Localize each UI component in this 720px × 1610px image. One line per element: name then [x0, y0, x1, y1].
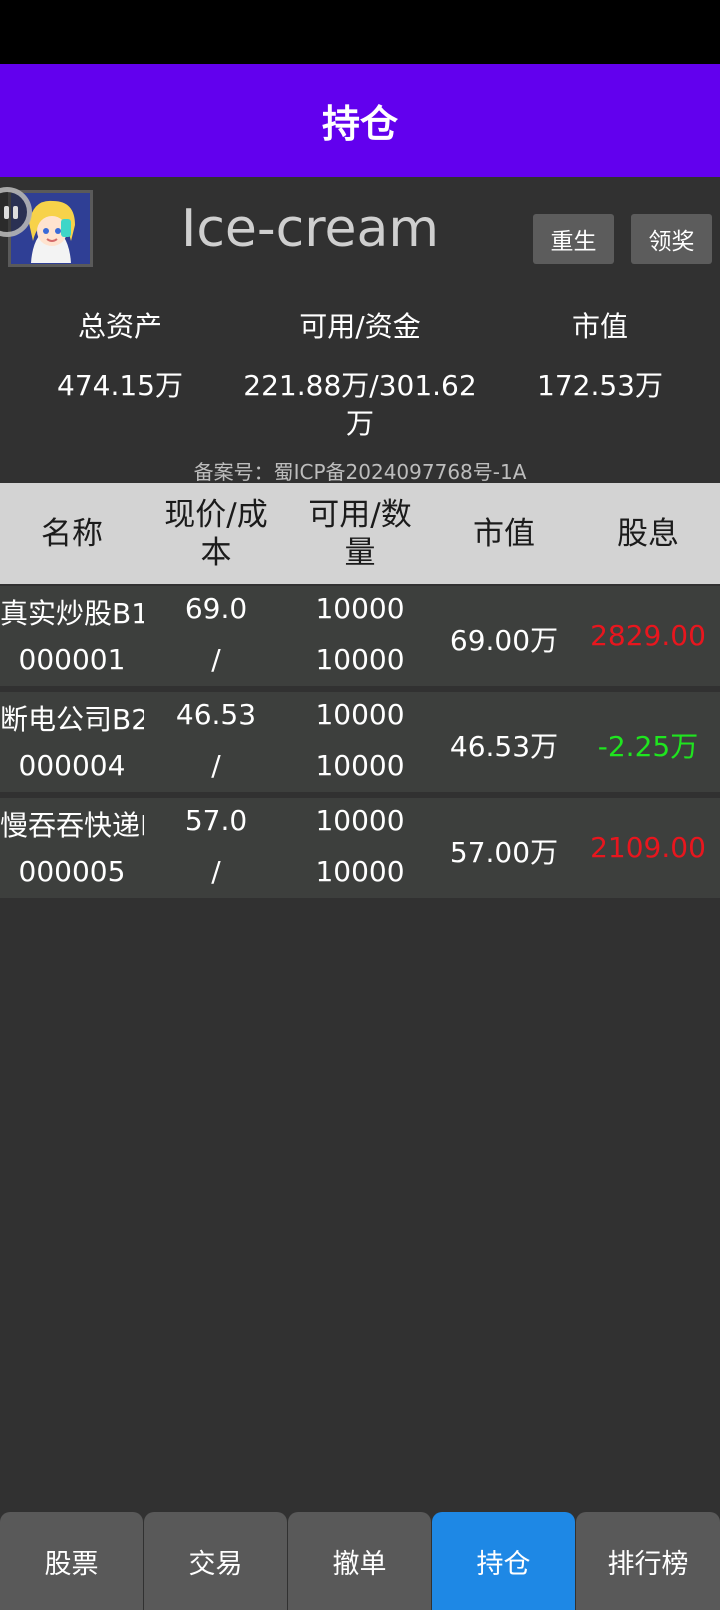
- stock-code: 000004: [18, 749, 126, 782]
- tab-holdings[interactable]: 持仓: [432, 1512, 575, 1610]
- row-market-value: 69.00万: [449, 624, 559, 657]
- header-dividend: 股息: [617, 515, 679, 552]
- total-assets-value: 474.15万: [57, 369, 183, 402]
- available-shares: 10000: [315, 698, 405, 731]
- share-quantity: 10000: [315, 855, 405, 888]
- cost-price: /: [211, 749, 221, 782]
- total-assets-label: 总资产: [77, 310, 162, 343]
- page-title: 持仓: [321, 102, 398, 146]
- available-shares: 10000: [315, 804, 405, 837]
- bottom-nav: 股票 交易 撤单 持仓 排行榜: [0, 1512, 720, 1610]
- market-value-value: 172.53万: [537, 369, 663, 402]
- current-price: 46.53: [175, 698, 257, 731]
- app-header: 持仓: [0, 64, 720, 177]
- tab-trade[interactable]: 交易: [144, 1512, 287, 1610]
- tab-cancel-order[interactable]: 撤单: [288, 1512, 431, 1610]
- available-funds-value: 221.88万/301.62万: [243, 369, 477, 440]
- dividend-value: 2829.00: [590, 619, 706, 652]
- stock-code: 000001: [18, 643, 126, 676]
- status-bar: [0, 0, 720, 64]
- row-market-value: 46.53万: [449, 730, 559, 763]
- table-row[interactable]: 断电公司B2 000004 46.53 / 10000 10000 46.53万…: [0, 692, 720, 792]
- icp-record: 备案号：蜀ICP备2024097768号-1A: [193, 460, 527, 484]
- current-price: 69.0: [184, 592, 248, 625]
- header-available-quantity: 可用/数量: [308, 496, 412, 571]
- available-funds-label: 可用/资金: [299, 310, 421, 343]
- row-market-value: 57.00万: [449, 836, 559, 869]
- stock-name: 真实炒股B1: [0, 597, 144, 626]
- stock-code: 000005: [18, 855, 126, 888]
- market-value-label: 市值: [571, 310, 628, 343]
- cost-price: /: [211, 855, 221, 888]
- tab-leaderboard[interactable]: 排行榜: [576, 1512, 720, 1610]
- stock-name: 慢吞吞快递B3: [0, 809, 144, 838]
- current-price: 57.0: [184, 804, 248, 837]
- profile-section: Ice-cream 重生 领奖: [0, 177, 720, 283]
- share-quantity: 10000: [315, 643, 405, 676]
- available-shares: 10000: [315, 592, 405, 625]
- asset-summary: 总资产 可用/资金 市值 474.15万 221.88万/301.62万 172…: [0, 283, 720, 484]
- tab-stocks[interactable]: 股票: [0, 1512, 143, 1610]
- cost-price: /: [211, 643, 221, 676]
- dividend-value: -2.25万: [597, 730, 699, 763]
- holdings-table-header: 名称 现价/成本 可用/数量 市值 股息: [0, 483, 720, 584]
- table-row[interactable]: 慢吞吞快递B3 000005 57.0 / 10000 10000 57.00万…: [0, 798, 720, 898]
- header-price-cost: 现价/成本: [164, 496, 268, 571]
- username: Ice-cream: [180, 199, 440, 259]
- header-name: 名称: [41, 515, 103, 552]
- share-quantity: 10000: [315, 749, 405, 782]
- stock-name: 断电公司B2: [0, 703, 144, 732]
- claim-reward-button[interactable]: 领奖: [631, 214, 712, 264]
- header-market-value: 市值: [473, 515, 535, 552]
- table-row[interactable]: 真实炒股B1 000001 69.0 / 10000 10000 69.00万 …: [0, 586, 720, 686]
- dividend-value: 2109.00: [590, 831, 706, 864]
- rebirth-button[interactable]: 重生: [533, 214, 614, 264]
